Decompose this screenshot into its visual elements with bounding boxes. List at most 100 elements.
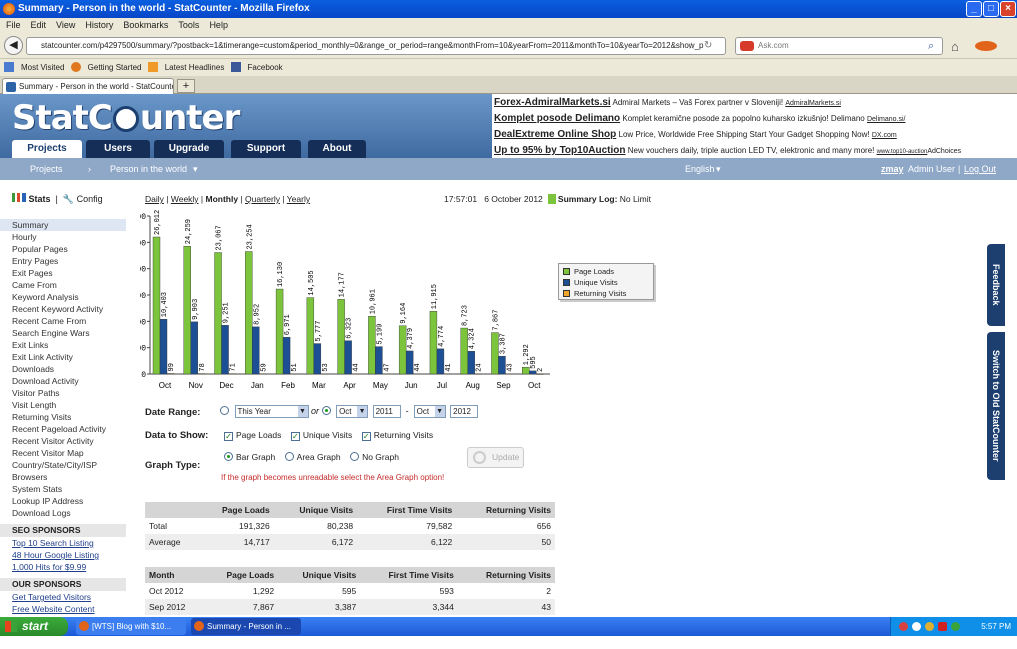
sidebar-item-hourly[interactable]: Hourly — [0, 231, 126, 243]
sidebar-item-download-activity[interactable]: Download Activity — [0, 375, 126, 387]
stats-tab[interactable]: Stats — [29, 194, 51, 204]
period-link-monthly[interactable]: Monthly — [206, 194, 239, 204]
switch-old-button[interactable]: Switch to Old StatCounter — [987, 332, 1005, 480]
this-year-radio[interactable] — [220, 405, 229, 415]
config-tab[interactable]: Config — [77, 194, 103, 204]
month-to-select[interactable]: Oct ▼ — [413, 405, 446, 418]
period-link-weekly[interactable]: Weekly — [171, 194, 199, 204]
sidebar-item-download-logs[interactable]: Download Logs — [0, 507, 126, 519]
tab-projects[interactable]: Projects — [12, 140, 82, 158]
sidebar-item-recent-came-from[interactable]: Recent Came From — [0, 315, 126, 327]
menu-help[interactable]: Help — [209, 20, 228, 30]
minimize-button[interactable]: _ — [966, 1, 982, 17]
seo-sponsors-link[interactable]: Top 10 Search Listing — [0, 537, 126, 549]
page-loads-checkbox[interactable]: ✓ — [224, 432, 233, 441]
ad-link[interactable]: www.top10-auction — [877, 149, 928, 155]
sidebar-item-came-from[interactable]: Came From — [0, 279, 126, 291]
username-link[interactable]: zmay — [881, 158, 904, 180]
our-sponsors-link[interactable]: Free Website Content — [0, 603, 126, 615]
ad-row[interactable]: Komplet posode Delimano Komplet keramičn… — [494, 112, 1017, 128]
language-select[interactable]: English — [685, 158, 715, 180]
subnav-project-select[interactable]: Person in the world — [110, 158, 187, 180]
tab-upgrade[interactable]: Upgrade — [154, 140, 224, 158]
year-from-field[interactable]: 2011 — [372, 405, 401, 418]
custom-range-radio[interactable] — [321, 405, 331, 415]
returning-visits-checkbox[interactable]: ✓ — [361, 432, 371, 441]
sidebar-item-exit-links[interactable]: Exit Links — [0, 339, 126, 351]
menu-tools[interactable]: Tools — [178, 20, 199, 30]
this-year-select[interactable]: This Year ▼ — [234, 405, 309, 418]
sidebar-item-exit-pages[interactable]: Exit Pages — [0, 267, 126, 279]
ad-title[interactable]: Up to 95% by Top10Auction — [494, 145, 626, 156]
unique-visits-checkbox[interactable]: ✓ — [290, 432, 300, 441]
search-icon[interactable]: ⌕ — [928, 40, 934, 53]
sidebar-item-returning-visits[interactable]: Returning Visits — [0, 411, 126, 423]
maximize-button[interactable]: □ — [983, 1, 999, 17]
sidebar-item-recent-visitor-map[interactable]: Recent Visitor Map — [0, 447, 126, 459]
ad-title[interactable]: DealExtreme Online Shop — [494, 129, 616, 140]
close-button[interactable]: × — [1000, 1, 1016, 17]
update-button[interactable]: Update — [467, 447, 524, 468]
sidebar-item-recent-pageload-activity[interactable]: Recent Pageload Activity — [0, 423, 126, 435]
sidebar-item-downloads[interactable]: Downloads — [0, 363, 126, 375]
feedback-button[interactable]: Feedback — [987, 244, 1005, 326]
our-sponsors-link[interactable]: Get Targeted Visitors — [0, 591, 126, 603]
tab-users[interactable]: Users — [86, 140, 150, 158]
sidebar-item-recent-visitor-activity[interactable]: Recent Visitor Activity — [0, 435, 126, 447]
ad-link[interactable]: Delimano.si/ — [867, 116, 906, 123]
ad-link[interactable]: DX.com — [872, 132, 897, 139]
ad-title[interactable]: Komplet posode Delimano — [494, 113, 620, 124]
star-icon[interactable]: ☆ — [687, 41, 696, 52]
sidebar-item-visitor-paths[interactable]: Visitor Paths — [0, 387, 126, 399]
bookmark-getting-started[interactable]: Getting Started — [70, 62, 141, 72]
bookmark-facebook[interactable]: Facebook — [230, 62, 283, 72]
menu-bookmarks[interactable]: Bookmarks — [123, 20, 168, 30]
sidebar-item-browsers[interactable]: Browsers — [0, 471, 126, 483]
menu-view[interactable]: View — [56, 20, 75, 30]
month-from-select[interactable]: Oct ▼ — [336, 405, 369, 418]
chevron-down-icon[interactable]: ▾ — [193, 158, 198, 180]
addon-icon[interactable] — [975, 41, 997, 51]
area-graph-radio[interactable] — [284, 452, 294, 461]
ad-link[interactable]: AdmiralMarkets.si — [785, 100, 841, 107]
search-field[interactable]: Ask.com — [735, 37, 943, 55]
bookmark-most-visited[interactable]: Most Visited — [4, 62, 64, 72]
new-tab-button[interactable]: + — [177, 79, 195, 93]
taskbar-item-summary[interactable]: Summary - Person in ... — [191, 618, 301, 635]
tray-app-icon[interactable] — [899, 622, 908, 631]
start-button[interactable]: start — [0, 617, 68, 636]
ad-row[interactable]: DealExtreme Online Shop Low Price, World… — [494, 128, 1017, 144]
tray-network-icon[interactable] — [912, 622, 921, 631]
sidebar-item-summary[interactable]: Summary — [0, 219, 126, 231]
adchoices-label[interactable]: AdChoices — [927, 148, 961, 155]
sidebar-item-entry-pages[interactable]: Entry Pages — [0, 255, 126, 267]
tab-summary[interactable]: Summary - Person in the world - StatCoun… — [2, 78, 174, 94]
sidebar-item-recent-keyword-activity[interactable]: Recent Keyword Activity — [0, 303, 126, 315]
bookmark-latest-headlines[interactable]: Latest Headlines — [147, 62, 224, 72]
no-graph-radio[interactable] — [350, 452, 360, 461]
period-link-yearly[interactable]: Yearly — [287, 194, 310, 204]
statcounter-logo[interactable]: StatC unter — [12, 98, 240, 138]
ad-title[interactable]: Forex-AdmiralMarkets.si — [494, 97, 611, 108]
home-icon[interactable]: ⌂ — [951, 39, 959, 54]
logout-link[interactable]: Log Out — [964, 158, 996, 180]
period-link-quarterly[interactable]: Quarterly — [245, 194, 280, 204]
reload-icon[interactable]: ↻ — [704, 40, 712, 51]
menu-history[interactable]: History — [85, 20, 113, 30]
menu-edit[interactable]: Edit — [31, 20, 47, 30]
seo-sponsors-link[interactable]: 1,000 Hits for $9.99 — [0, 561, 126, 573]
sidebar-item-exit-link-activity[interactable]: Exit Link Activity — [0, 351, 126, 363]
tab-support[interactable]: Support — [231, 140, 301, 158]
sidebar-item-popular-pages[interactable]: Popular Pages — [0, 243, 126, 255]
bar-graph-radio[interactable] — [224, 452, 233, 461]
tray-antivirus-icon[interactable] — [938, 622, 947, 631]
subnav-projects-link[interactable]: Projects — [30, 158, 63, 180]
tab-about[interactable]: About — [308, 140, 366, 158]
ad-row[interactable]: Forex-AdmiralMarkets.si Admiral Markets … — [494, 96, 1017, 112]
tray-shield-icon[interactable] — [925, 622, 934, 631]
sidebar-item-lookup-ip-address[interactable]: Lookup IP Address — [0, 495, 126, 507]
back-arrow-icon[interactable]: ◀ — [4, 36, 23, 55]
tray-volume-icon[interactable] — [951, 622, 960, 631]
sidebar-item-search-engine-wars[interactable]: Search Engine Wars — [0, 327, 126, 339]
year-to-field[interactable]: 2012 — [450, 405, 479, 418]
